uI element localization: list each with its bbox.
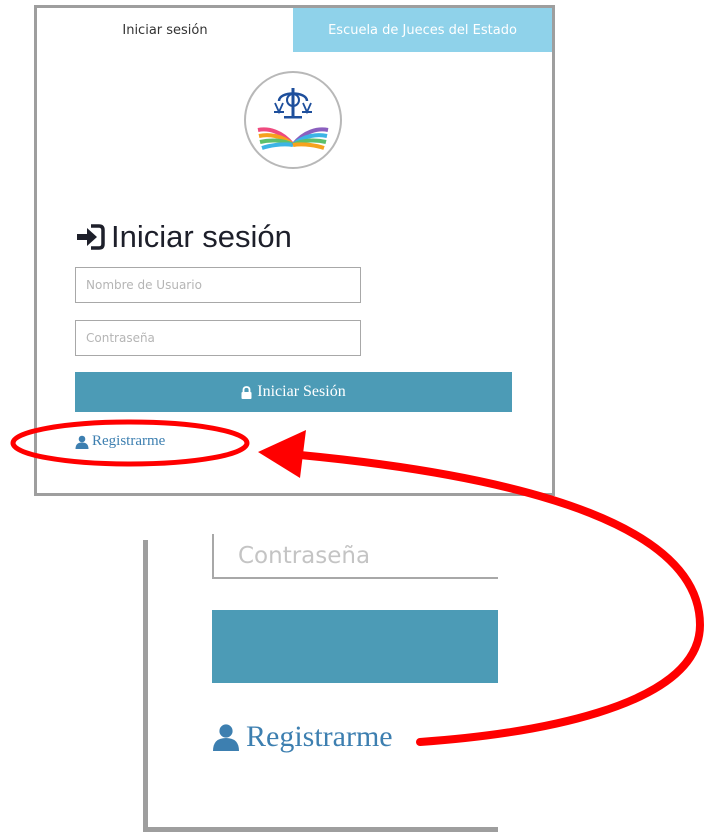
login-submit-label: Iniciar Sesión [257,383,346,400]
zoom-register-label: Registrarme [246,720,393,753]
lock-icon [241,385,252,399]
institution-logo [244,71,342,169]
zoom-panel-border [143,540,148,832]
sign-in-icon [77,224,105,250]
tab-escuela-jueces[interactable]: Escuela de Jueces del Estado [293,8,552,52]
tab-bar: Iniciar sesión Escuela de Jueces del Est… [37,8,552,52]
password-input[interactable] [75,320,361,356]
page-title: Iniciar sesión [111,219,292,254]
login-submit-button[interactable]: Iniciar Sesión [75,372,512,412]
tab-iniciar-sesion[interactable]: Iniciar sesión [37,8,293,52]
user-icon [213,724,239,751]
scales-book-icon [257,88,329,150]
register-link[interactable]: Registrarme [75,433,165,450]
login-panel: Iniciar sesión Escuela de Jueces del Est… [34,5,555,496]
register-label: Registrarme [92,433,166,449]
zoom-password-placeholder: Contraseña [238,542,371,569]
zoom-panel-border-bottom [143,827,498,832]
zoom-password-field: Contraseña [212,534,498,579]
login-heading: Iniciar sesión [75,217,292,257]
username-input[interactable] [75,267,361,303]
zoom-register-link[interactable]: Registrarme [212,720,393,754]
user-icon [75,435,89,449]
zoomed-detail: Contraseña Registrarme [143,534,498,832]
zoom-login-button [212,610,498,683]
